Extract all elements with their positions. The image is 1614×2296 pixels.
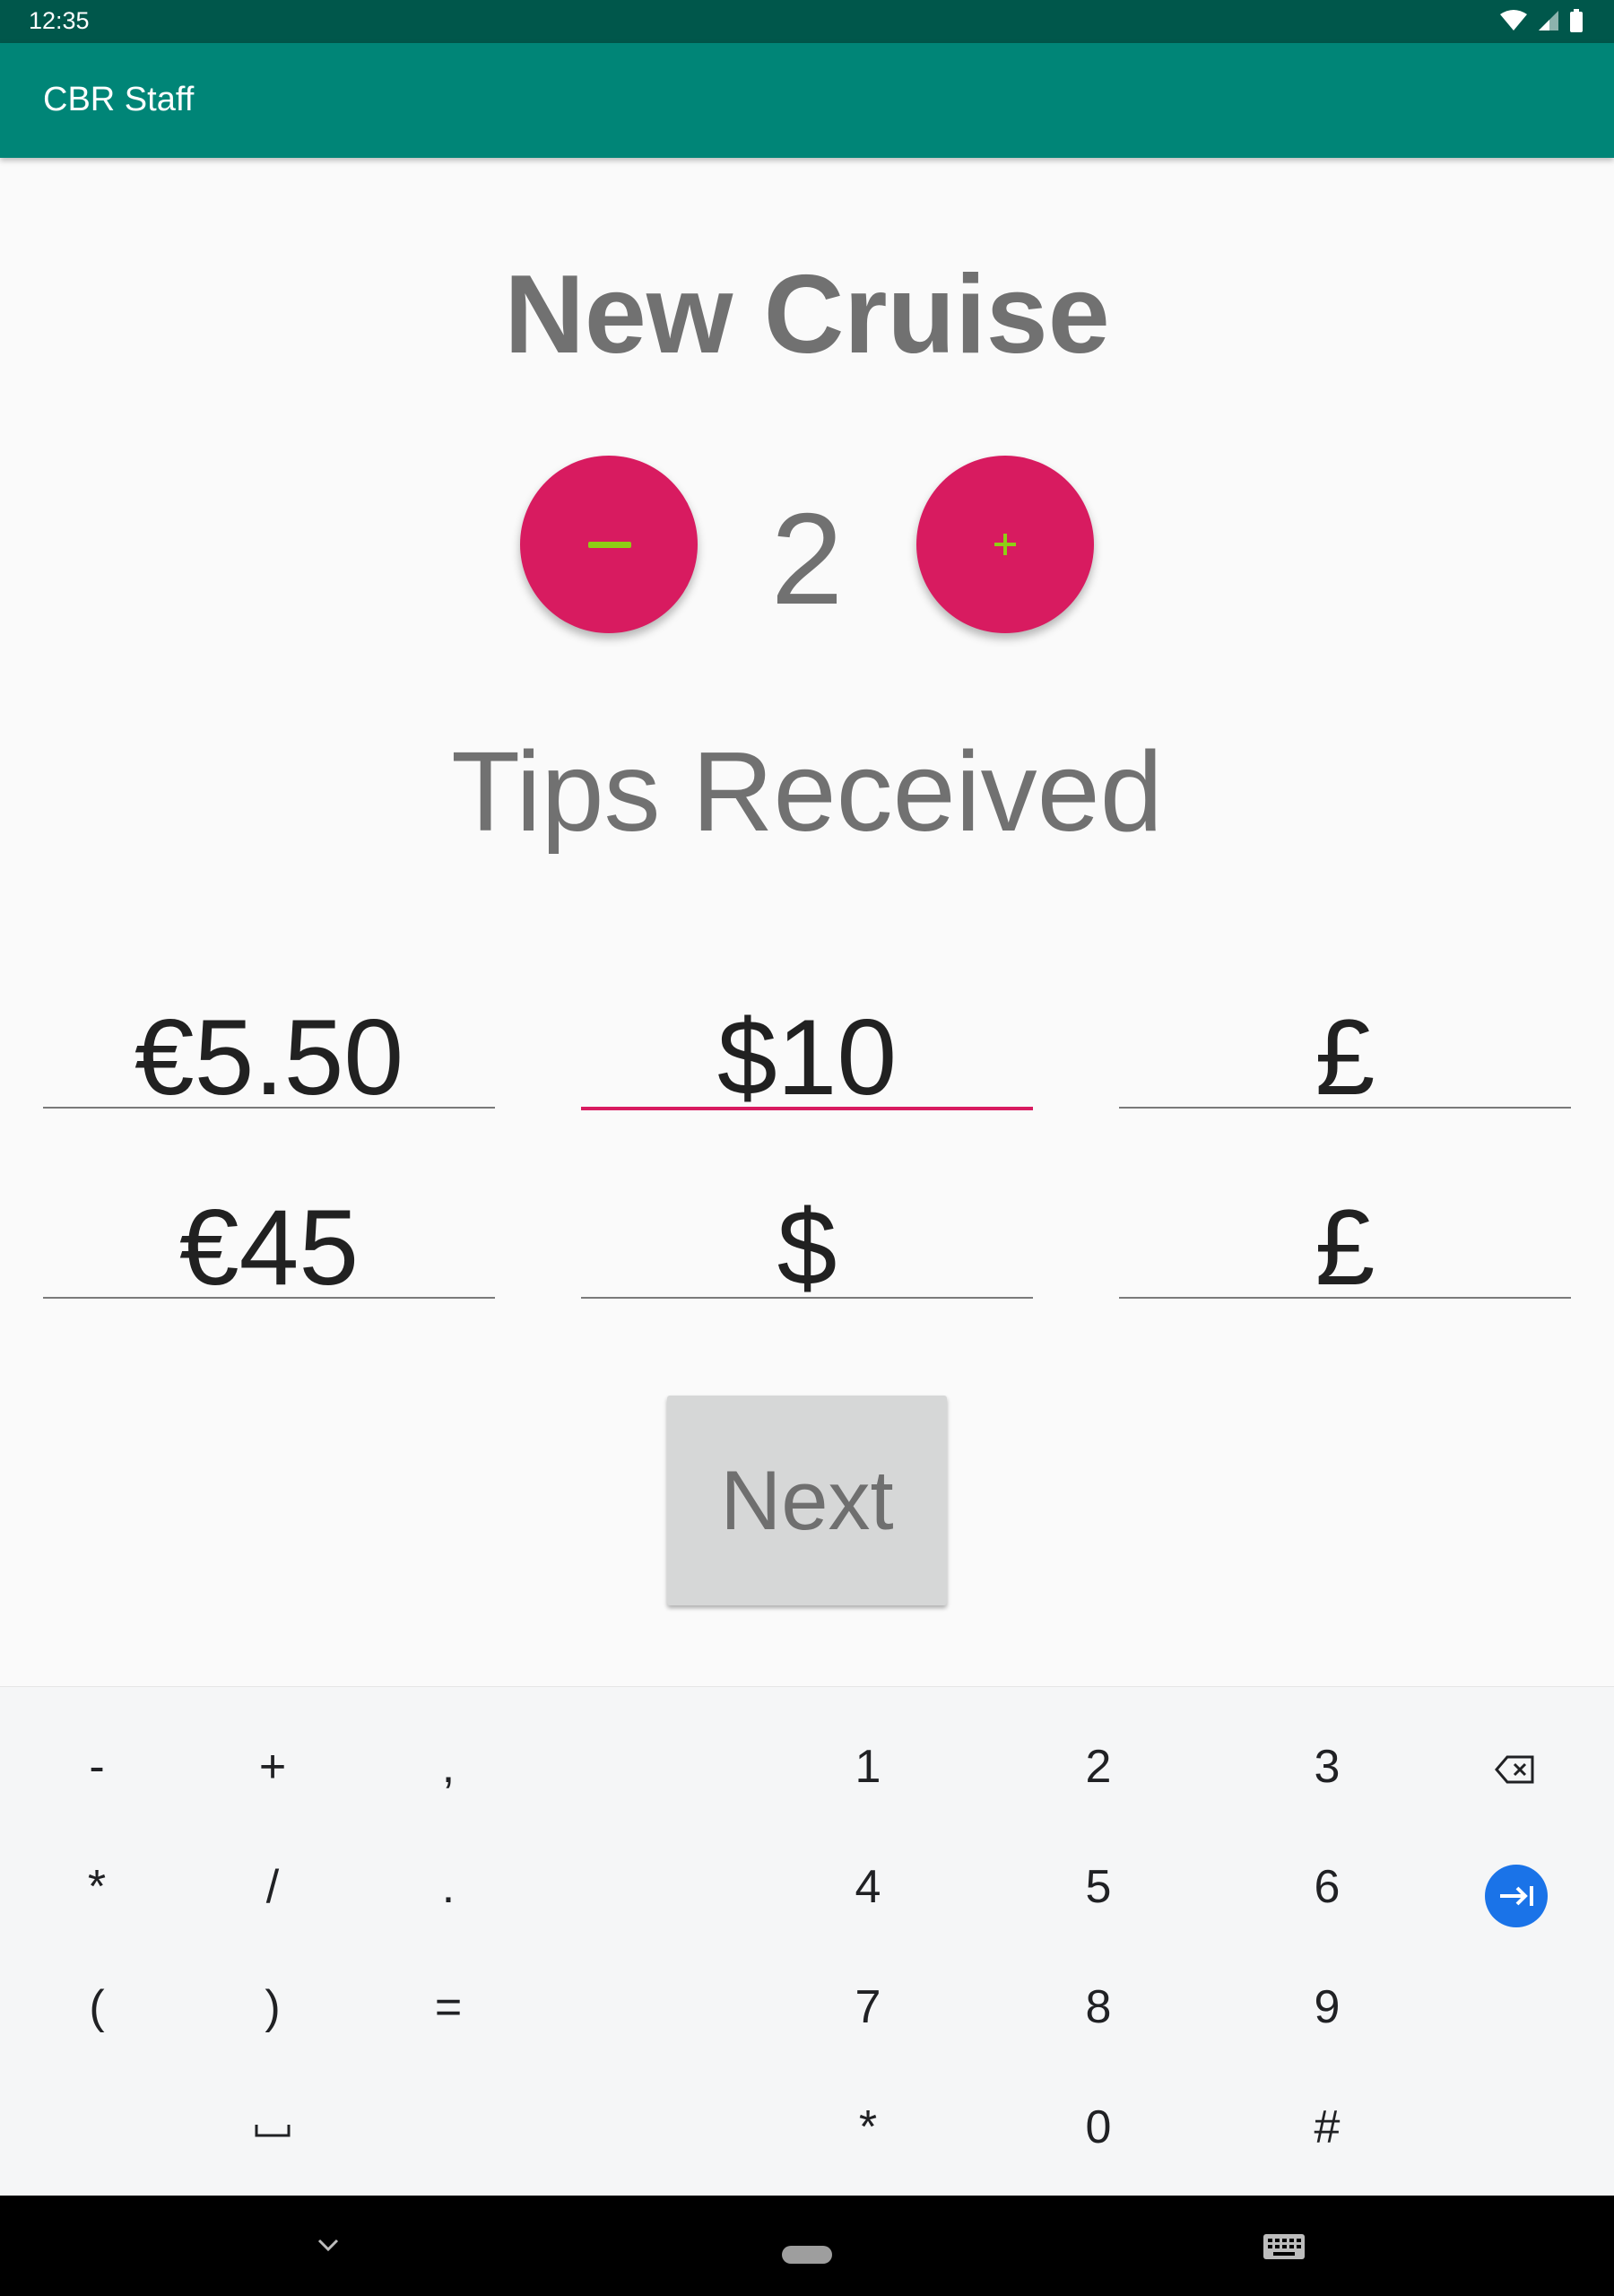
backspace-icon: [1495, 1741, 1536, 1793]
cruise-count: 2: [770, 486, 844, 631]
key-2[interactable]: 2: [1045, 1731, 1152, 1803]
key-9[interactable]: 9: [1273, 1971, 1381, 2043]
app-bar: CBR Staff: [0, 43, 1614, 158]
battery-icon: [1569, 9, 1584, 37]
tips-received-heading: Tips Received: [451, 728, 1163, 855]
key-comma[interactable]: ,: [395, 1731, 502, 1803]
nav-home-button[interactable]: [782, 2246, 832, 2264]
tip-field-dollar-2[interactable]: $: [581, 1194, 1033, 1301]
key-asterisk[interactable]: *: [814, 2092, 922, 2163]
minus-icon: [588, 542, 631, 548]
key-close-paren[interactable]: ): [219, 1971, 326, 2043]
key-minus[interactable]: -: [43, 1731, 151, 1803]
key-open-paren[interactable]: (: [43, 1971, 151, 2043]
key-period[interactable]: .: [395, 1851, 502, 1923]
key-3[interactable]: 3: [1273, 1731, 1381, 1803]
status-time: 12:35: [29, 7, 90, 34]
key-hash[interactable]: #: [1273, 2092, 1381, 2163]
tip-field-pound-2[interactable]: £: [1119, 1194, 1571, 1301]
status-bar: 12:35: [0, 0, 1614, 43]
signal-icon: [1537, 9, 1560, 37]
wifi-icon: [1499, 9, 1528, 37]
app-title: CBR Staff: [43, 81, 195, 118]
status-icons: [1499, 9, 1584, 37]
key-0[interactable]: 0: [1045, 2092, 1152, 2163]
navigation-bar: [0, 2196, 1614, 2296]
key-8[interactable]: 8: [1045, 1971, 1152, 2043]
key-equals[interactable]: =: [395, 1971, 502, 2043]
enter-key[interactable]: [1485, 1865, 1548, 1927]
tip-field-euro-2[interactable]: €45: [43, 1194, 495, 1301]
tab-next-icon: [1485, 1886, 1548, 1931]
space-key[interactable]: [219, 2092, 326, 2163]
key-7[interactable]: 7: [814, 1971, 922, 2043]
nav-back-icon[interactable]: [316, 2237, 341, 2257]
key-6[interactable]: 6: [1273, 1851, 1381, 1923]
space-icon: [255, 2101, 291, 2153]
tip-field-euro-1[interactable]: €5.50: [43, 1004, 495, 1111]
increment-button[interactable]: [916, 456, 1094, 633]
backspace-key[interactable]: [1462, 1731, 1569, 1803]
key-1[interactable]: 1: [814, 1731, 922, 1803]
key-slash[interactable]: /: [219, 1851, 326, 1923]
key-asterisk-symbol[interactable]: *: [43, 1851, 151, 1923]
key-plus[interactable]: +: [219, 1731, 326, 1803]
keyboard-switch-icon[interactable]: [1263, 2233, 1306, 2265]
next-button[interactable]: Next: [667, 1396, 947, 1605]
page-title: New Cruise: [504, 253, 1110, 377]
key-4[interactable]: 4: [814, 1851, 922, 1923]
decrement-button[interactable]: [520, 456, 698, 633]
key-5[interactable]: 5: [1045, 1851, 1152, 1923]
tip-field-dollar-1[interactable]: $10: [581, 1004, 1033, 1111]
tip-field-pound-1[interactable]: £: [1119, 1004, 1571, 1111]
